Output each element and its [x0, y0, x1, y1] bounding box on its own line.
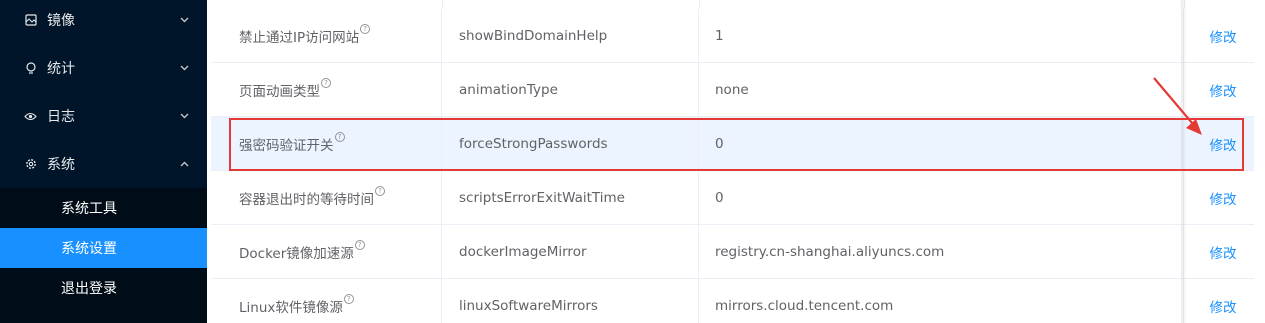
- setting-name: 页面动画类型: [239, 83, 320, 100]
- submenu-item-logout[interactable]: 退出登录: [0, 268, 207, 308]
- setting-key: dockerImageMirror: [442, 225, 699, 278]
- setting-name: Linux软件镜像源: [239, 299, 343, 316]
- setting-name: 禁止通过IP访问网站: [239, 29, 360, 46]
- table-row: 容器退出时的等待时间? scriptsErrorExitWaitTime 0 修…: [211, 171, 1254, 225]
- chevron-down-icon: [179, 111, 189, 121]
- edit-link[interactable]: 修改: [1210, 296, 1237, 316]
- setting-value: 1: [699, 9, 1184, 62]
- edit-link[interactable]: 修改: [1210, 26, 1237, 46]
- bulb-icon: [24, 61, 37, 75]
- gear-icon: [24, 158, 37, 171]
- submenu-item-system-settings[interactable]: 系统设置: [0, 228, 207, 268]
- settings-table: 禁止通过IP访问网站? showBindDomainHelp 1 修改 页面动画…: [207, 0, 1265, 323]
- system-submenu: 系统工具 系统设置 退出登录: [0, 188, 207, 323]
- setting-name-cell: 禁止通过IP访问网站?: [211, 9, 442, 62]
- edit-cell: 修改: [1184, 279, 1254, 323]
- edit-link[interactable]: 修改: [1210, 188, 1237, 208]
- setting-value: none: [699, 63, 1184, 116]
- column-divider: [442, 0, 443, 8]
- menu-item-system[interactable]: 系统: [0, 140, 207, 188]
- table-row: 页面动画类型? animationType none 修改: [211, 63, 1254, 117]
- setting-name-cell: Docker镜像加速源?: [211, 225, 442, 278]
- setting-key: linuxSoftwareMirrors: [442, 279, 699, 323]
- edit-link[interactable]: 修改: [1210, 80, 1237, 100]
- menu-label: 统计: [47, 61, 75, 77]
- setting-key: forceStrongPasswords: [442, 117, 699, 170]
- setting-name: Docker镜像加速源: [239, 245, 354, 262]
- table-row: Linux软件镜像源? linuxSoftwareMirrors mirrors…: [211, 279, 1254, 323]
- setting-value: 0: [699, 171, 1184, 224]
- menu-item-image[interactable]: 镜像: [0, 0, 207, 44]
- setting-name: 容器退出时的等待时间: [239, 191, 374, 208]
- help-icon[interactable]: ?: [343, 293, 354, 304]
- table-row-highlighted: 强密码验证开关? forceStrongPasswords 0 修改: [211, 117, 1254, 171]
- chevron-up-icon: [179, 159, 189, 169]
- edit-cell: 修改: [1184, 171, 1254, 224]
- eye-icon: [24, 110, 37, 123]
- menu-label: 镜像: [47, 13, 75, 29]
- setting-name-cell: 页面动画类型?: [211, 63, 442, 116]
- help-icon[interactable]: ?: [375, 185, 385, 196]
- menu-label: 系统: [47, 157, 75, 173]
- submenu-label: 退出登录: [61, 281, 117, 297]
- table-row: Docker镜像加速源? dockerImageMirror registry.…: [211, 225, 1254, 279]
- help-icon[interactable]: ?: [321, 77, 331, 88]
- edit-cell: 修改: [1184, 9, 1254, 62]
- menu-item-logs[interactable]: 日志: [0, 92, 207, 140]
- setting-key: showBindDomainHelp: [442, 9, 699, 62]
- setting-name-cell: 强密码验证开关?: [211, 117, 442, 170]
- edit-cell: 修改: [1184, 225, 1254, 278]
- sidebar: 镜像 统计 日志 系统 系统工具 系统设置 退出登录: [0, 0, 207, 323]
- setting-value: 0: [699, 117, 1184, 170]
- help-icon[interactable]: ?: [354, 239, 365, 250]
- column-divider: [1184, 0, 1185, 8]
- setting-value: mirrors.cloud.tencent.com: [699, 279, 1184, 323]
- edit-cell: 修改: [1184, 117, 1254, 170]
- submenu-item-system-tools[interactable]: 系统工具: [0, 188, 207, 228]
- setting-key: animationType: [442, 63, 699, 116]
- edit-link[interactable]: 修改: [1210, 134, 1237, 154]
- setting-name: 强密码验证开关: [239, 137, 334, 154]
- setting-value: registry.cn-shanghai.aliyuncs.com: [699, 225, 1184, 278]
- column-divider: [699, 0, 700, 8]
- setting-key: scriptsErrorExitWaitTime: [442, 171, 699, 224]
- table-row: 禁止通过IP访问网站? showBindDomainHelp 1 修改: [211, 9, 1254, 63]
- image-icon: [24, 14, 37, 27]
- submenu-label: 系统工具: [61, 201, 117, 217]
- help-icon[interactable]: ?: [360, 23, 371, 34]
- edit-link[interactable]: 修改: [1210, 242, 1237, 262]
- menu-label: 日志: [47, 109, 75, 125]
- setting-name-cell: 容器退出时的等待时间?: [211, 171, 442, 224]
- setting-name-cell: Linux软件镜像源?: [211, 279, 442, 323]
- help-icon[interactable]: ?: [334, 131, 345, 142]
- chevron-down-icon: [179, 15, 189, 25]
- edit-cell: 修改: [1184, 63, 1254, 116]
- menu-item-stats[interactable]: 统计: [0, 44, 207, 92]
- chevron-down-icon: [179, 63, 189, 73]
- submenu-label: 系统设置: [61, 241, 117, 257]
